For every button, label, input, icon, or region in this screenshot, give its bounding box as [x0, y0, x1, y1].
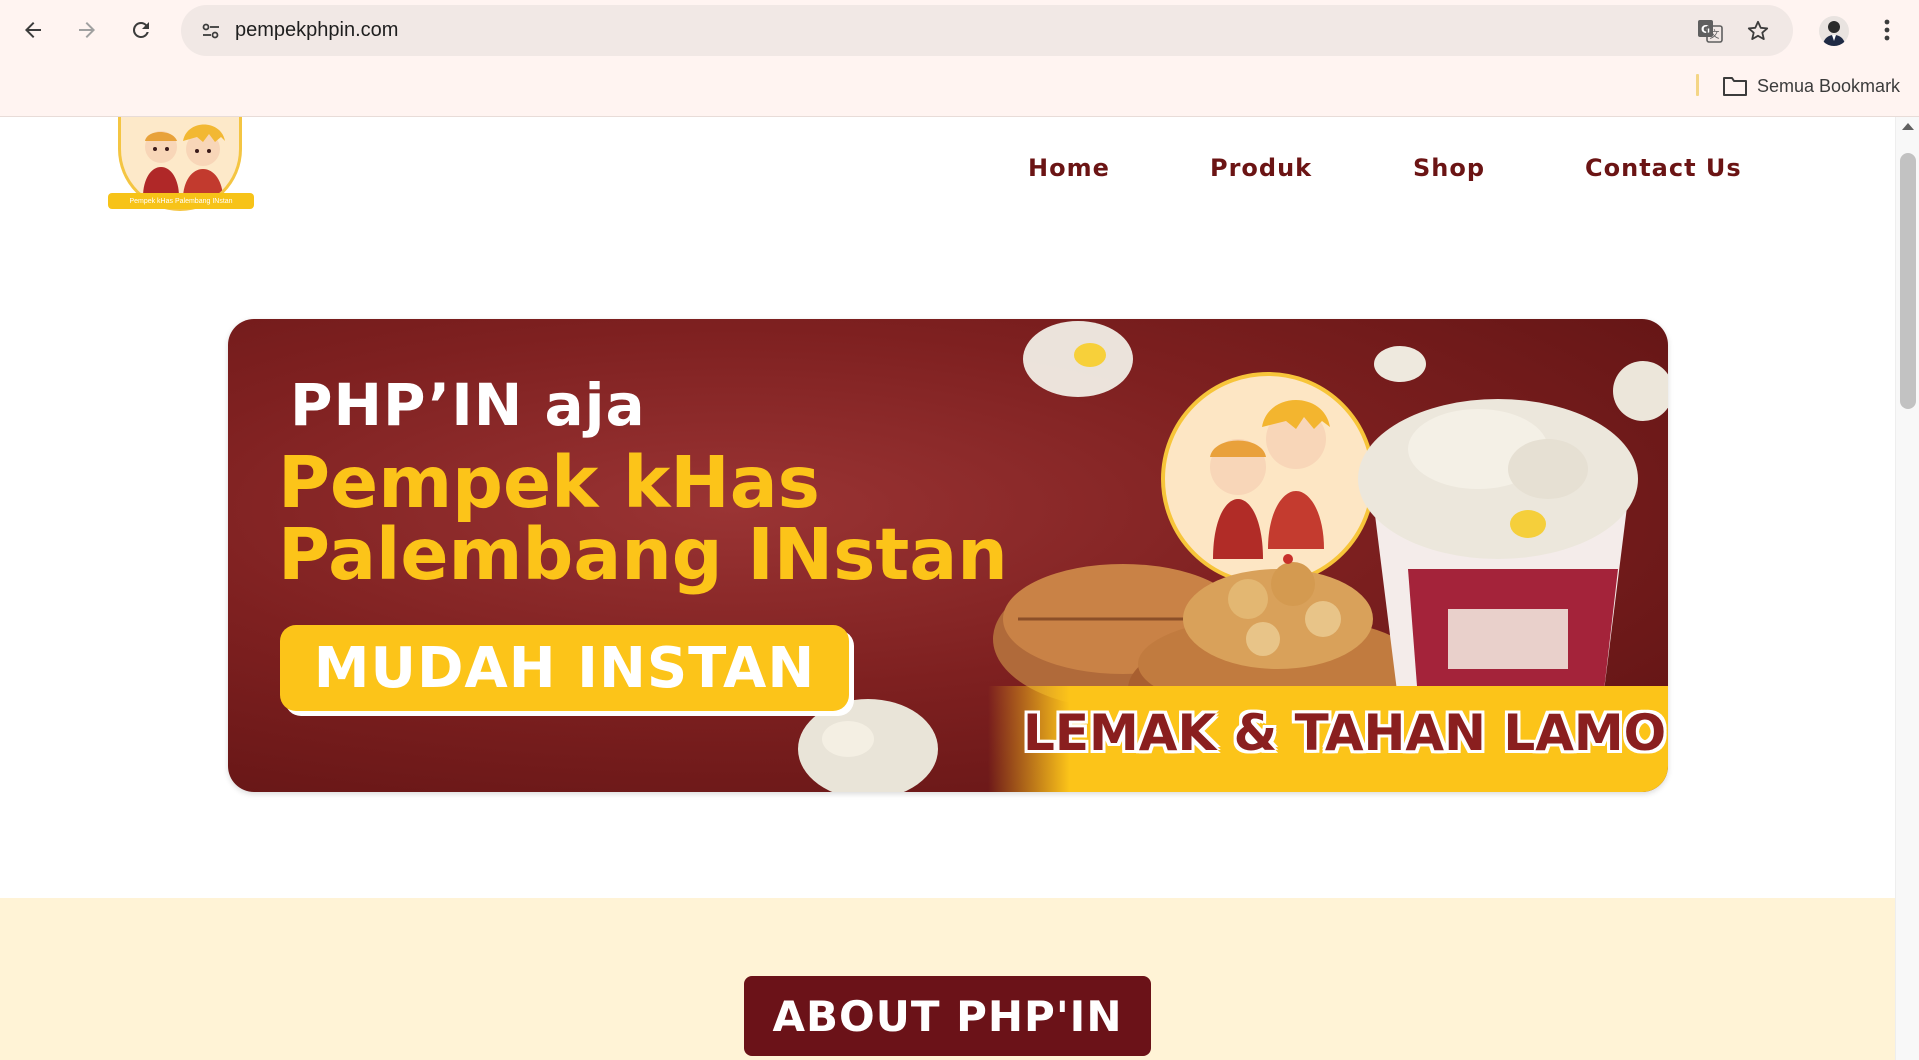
- site-logo[interactable]: Pempek kHas Palembang INstan: [108, 117, 254, 211]
- site-info-button[interactable]: [195, 15, 227, 47]
- all-bookmarks-label: Semua Bookmark: [1757, 75, 1901, 96]
- banner-cta-badge: MUDAH INSTAN: [280, 625, 849, 711]
- hero-banner[interactable]: PHP’IN aja Pempek kHas Palembang INstan …: [228, 319, 1668, 792]
- url-text[interactable]: pempekphpin.com: [235, 19, 398, 42]
- folder-icon: [1723, 77, 1747, 96]
- arrow-right-icon: [79, 22, 95, 38]
- reload-button[interactable]: [121, 10, 161, 50]
- logo-tagline-band: Pempek kHas Palembang INstan: [108, 193, 254, 209]
- scrollbar-thumb[interactable]: [1900, 153, 1916, 409]
- nav-shop-link[interactable]: Shop: [1413, 154, 1485, 182]
- about-heading: ABOUT PHP'IN: [772, 991, 1123, 1041]
- back-button[interactable]: [13, 10, 53, 50]
- page-scrollbar[interactable]: [1895, 117, 1919, 1060]
- page-viewport: Pempek kHas Palembang INstan Home Produk…: [0, 117, 1895, 1060]
- tune-icon: [202, 23, 219, 39]
- bookmark-divider: [1696, 74, 1699, 96]
- address-bar[interactable]: pempekphpin.com G 文: [181, 5, 1793, 56]
- nav-home-link[interactable]: Home: [1028, 154, 1110, 182]
- banner-cta-label: MUDAH INSTAN: [313, 635, 816, 701]
- logo-tagline: Pempek kHas Palembang INstan: [129, 197, 233, 205]
- translate-button[interactable]: G 文: [1694, 15, 1726, 47]
- browser-menu-button[interactable]: [1871, 13, 1903, 47]
- forward-button[interactable]: [67, 10, 107, 50]
- person-icon: [1823, 21, 1845, 46]
- reload-icon: [132, 21, 149, 38]
- svg-text:文: 文: [1710, 28, 1720, 41]
- bookmark-star-button[interactable]: [1742, 15, 1774, 47]
- banner-headline-2: Palembang INstan: [278, 513, 1008, 596]
- nav-produk-link[interactable]: Produk: [1210, 154, 1312, 182]
- profile-avatar[interactable]: [1819, 16, 1849, 46]
- banner-headline-1: Pempek kHas: [278, 441, 820, 524]
- browser-toolbar: pempekphpin.com G 文 Semua Bookmark: [0, 0, 1919, 117]
- nav-contact-link[interactable]: Contact Us: [1585, 154, 1742, 182]
- about-heading-badge: ABOUT PHP'IN: [744, 976, 1151, 1056]
- about-section: ABOUT PHP'IN: [0, 898, 1895, 1060]
- more-vertical-icon: [1884, 19, 1890, 41]
- scroll-up-arrow-icon[interactable]: [1902, 123, 1914, 130]
- all-bookmarks-button[interactable]: Semua Bookmark: [1722, 72, 1900, 100]
- banner-slogan: LEMAK & TAHAN LAMO: [1023, 704, 1667, 762]
- star-icon: [1747, 20, 1769, 40]
- arrow-left-icon: [25, 22, 41, 38]
- banner-tagline: PHP’IN aja: [290, 371, 646, 439]
- translate-icon: G 文: [1698, 20, 1723, 43]
